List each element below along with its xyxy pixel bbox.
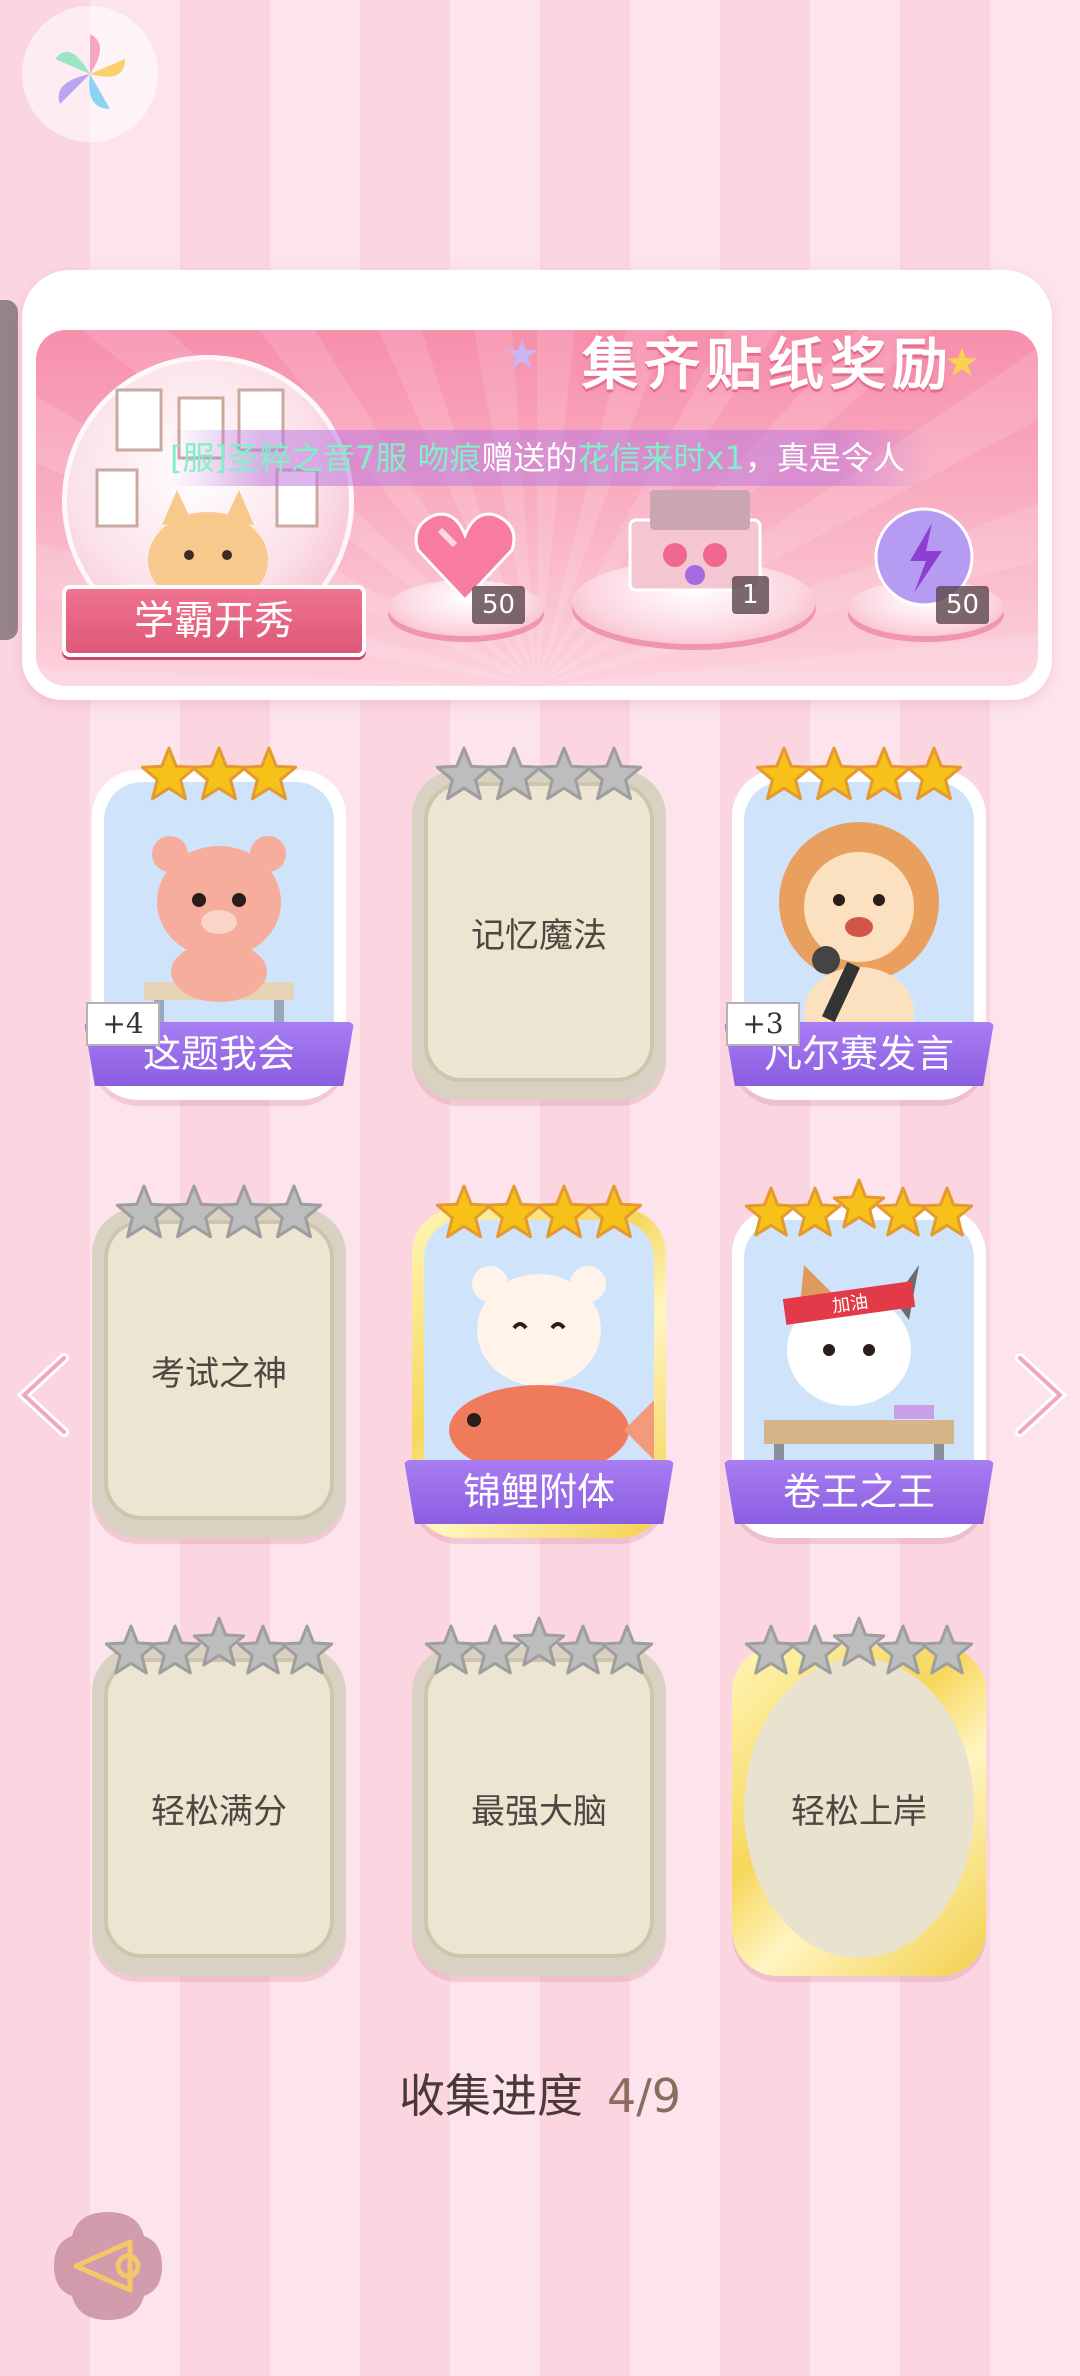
sticker-card[interactable]: 轻松满分 [92, 1616, 346, 1976]
ticker-prefix: [ [170, 439, 183, 477]
reward-qty: 1 [732, 576, 769, 614]
star-lit-icon [788, 1186, 842, 1237]
star-lit-icon [240, 746, 298, 801]
star-unlit-icon [920, 1624, 974, 1675]
ticker-text-end: ，真是令人 [744, 439, 905, 477]
star-unlit-icon [585, 746, 643, 801]
card-locked-name: 最强大脑 [471, 1791, 607, 1832]
star-lit-icon [805, 746, 863, 801]
ticker-user: 吻痕 [417, 439, 482, 477]
star-lit-icon [755, 746, 813, 801]
ticker-text: 赠送的 [481, 439, 578, 477]
ticker-server: 服]圣粹之音7服 [182, 439, 418, 477]
app-logo-button[interactable] [22, 6, 158, 142]
reward-qty: 50 [472, 586, 526, 624]
sticker-card[interactable]: 这题我会 +4 [84, 740, 354, 1100]
duplicate-count-badge: +4 [86, 1002, 160, 1046]
collection-progress: 收集进度 4/9 [0, 2060, 1080, 2126]
star-unlit-icon [535, 746, 593, 801]
star-unlit-icon [424, 1624, 478, 1675]
card-name-ribbon: 锦鲤附体 [404, 1460, 674, 1524]
sticker-card[interactable]: 轻松上岸 [732, 1616, 986, 1976]
star-unlit-icon [468, 1624, 522, 1675]
star-unlit-icon [876, 1624, 930, 1675]
scene-label: 学霸开秀 [62, 585, 366, 657]
sticker-card[interactable]: 考试之神 [92, 1178, 346, 1538]
star-unlit-icon [192, 1616, 246, 1667]
star-unlit-icon [512, 1616, 566, 1667]
star-lit-icon [920, 1186, 974, 1237]
star-lit-icon [744, 1186, 798, 1237]
prev-page-arrow-icon[interactable] [14, 1350, 74, 1440]
card-locked-name: 轻松上岸 [791, 1791, 927, 1832]
star-lit-icon [435, 1184, 493, 1239]
star-unlit-icon [485, 746, 543, 801]
star-unlit-icon [744, 1624, 798, 1675]
sticker-card[interactable]: 记忆魔法 [412, 740, 666, 1100]
gift-broadcast-ticker: [服]圣粹之音7服 吻痕赠送的花信来时x1，真是令人 [170, 430, 930, 486]
card-locked-name: 轻松满分 [151, 1791, 287, 1832]
card-locked-name: 记忆魔法 [471, 915, 607, 956]
star-unlit-icon [280, 1624, 334, 1675]
star-unlit-icon [832, 1616, 886, 1667]
ticker-gift: 花信来时x1 [577, 439, 745, 477]
star-lit-icon [832, 1178, 886, 1229]
duplicate-count-badge: +3 [726, 1002, 800, 1046]
star-lit-icon [140, 746, 198, 801]
star-unlit-icon [148, 1624, 202, 1675]
next-page-arrow-icon[interactable] [1010, 1350, 1070, 1440]
banner-title: 集齐贴纸奖励 [582, 333, 954, 398]
star-lit-icon [905, 746, 963, 801]
star-lit-icon [190, 746, 248, 801]
star-lit-icon [485, 1184, 543, 1239]
pinwheel-logo-icon [55, 34, 125, 109]
card-locked-name: 考试之神 [151, 1353, 287, 1394]
star-lit-icon [585, 1184, 643, 1239]
sticker-card[interactable]: 最强大脑 [412, 1616, 666, 1976]
sticker-card[interactable]: 加油 卷王之王 [724, 1178, 994, 1538]
reward-qty: 50 [936, 586, 990, 624]
star-unlit-icon [600, 1624, 654, 1675]
star-lit-icon [876, 1186, 930, 1237]
star-lit-icon [855, 746, 913, 801]
star-unlit-icon [788, 1624, 842, 1675]
star-unlit-icon [265, 1184, 323, 1239]
star-decoration-icon: ★ [504, 332, 540, 378]
star-unlit-icon [104, 1624, 158, 1675]
sticker-card[interactable]: 凡尔赛发言 +3 [724, 740, 994, 1100]
star-lit-icon [535, 1184, 593, 1239]
star-unlit-icon [115, 1184, 173, 1239]
side-drawer-handle[interactable] [0, 300, 18, 640]
back-button[interactable] [48, 2206, 168, 2326]
progress-value: 4/9 [606, 2069, 682, 2123]
star-unlit-icon [236, 1624, 290, 1675]
sticker-card[interactable]: 锦鲤附体 [404, 1178, 674, 1538]
progress-label: 收集进度 [398, 2069, 583, 2123]
star-unlit-icon [165, 1184, 223, 1239]
star-unlit-icon [435, 746, 493, 801]
card-name-ribbon: 卷王之王 [724, 1460, 994, 1524]
star-unlit-icon [556, 1624, 610, 1675]
star-unlit-icon [215, 1184, 273, 1239]
